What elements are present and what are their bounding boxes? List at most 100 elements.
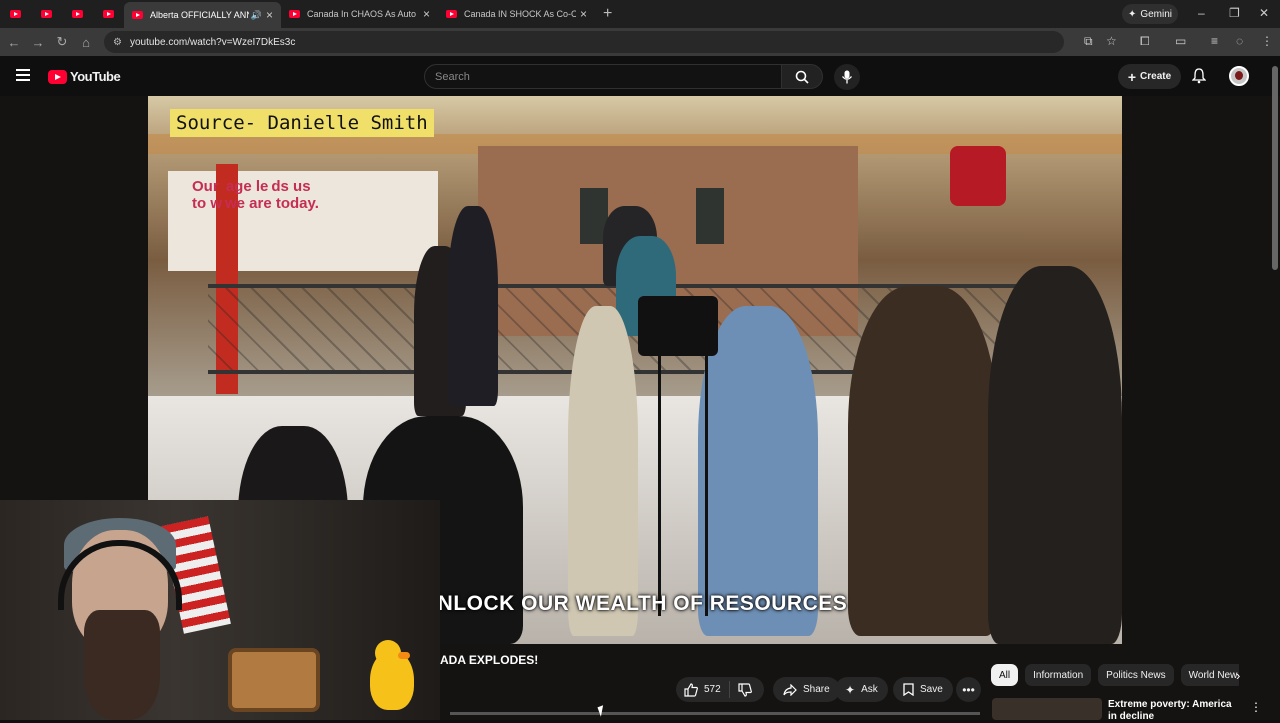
pinned-tab[interactable] [93, 0, 124, 28]
pinned-tab[interactable] [31, 0, 62, 28]
tv-camera [638, 296, 718, 356]
thumbs-down-icon [738, 682, 752, 697]
streamer-beard [84, 610, 160, 720]
progress-track[interactable] [450, 712, 980, 715]
microphone-icon [841, 70, 853, 84]
browser-tab-active[interactable]: Alberta OFFICIALLY ANNOU 🔊 × [124, 2, 281, 28]
video-caption: UNLOCK OUR WEALTH OF RESOURCES [422, 592, 848, 615]
chip-politics-news[interactable]: Politics News [1098, 664, 1174, 686]
search-input[interactable]: Search [424, 64, 782, 89]
youtube-favicon-icon [72, 10, 83, 18]
minimize-icon[interactable]: – [1198, 6, 1205, 20]
browser-tab-strip: Alberta OFFICIALLY ANNOU 🔊 × Canada In C… [0, 0, 1280, 28]
ask-button[interactable]: ✦ Ask [835, 677, 888, 702]
extensions-icon[interactable]: ⧠ [1140, 34, 1150, 49]
cola-sign [950, 146, 1006, 206]
chip-all[interactable]: All [991, 664, 1019, 686]
share-icon [783, 683, 797, 696]
close-tab-icon[interactable]: × [580, 7, 587, 21]
more-horizontal-icon: ••• [962, 682, 975, 697]
vintage-radio [228, 648, 320, 712]
youtube-favicon-icon [103, 10, 114, 18]
browser-menu-icon[interactable]: ⋮ [1261, 34, 1273, 48]
url-field[interactable]: ⚙ youtube.com/watch?v=WzeI7DkEs3c [104, 31, 1064, 53]
thumbs-up-icon [684, 682, 698, 697]
bell-icon [1191, 68, 1207, 84]
chip-information[interactable]: Information [1025, 664, 1092, 686]
tab-title: Canada IN SHOCK As Co-Op Cl [464, 9, 576, 19]
address-bar-row: ← → ↻ ⌂ ⚙ youtube.com/watch?v=WzeI7DkEs3… [0, 28, 1280, 56]
person [448, 206, 498, 406]
restore-icon[interactable]: ❐ [1229, 6, 1240, 20]
voice-search-button[interactable] [834, 64, 860, 90]
source-label: Source- Danielle Smith [170, 109, 434, 137]
youtube-favicon-icon [446, 10, 457, 18]
like-dislike-group: 572 [676, 677, 764, 702]
like-count: 572 [704, 684, 721, 695]
youtube-logo-text: YouTube [70, 69, 121, 84]
dislike-button[interactable] [730, 682, 760, 697]
url-text: youtube.com/watch?v=WzeI7DkEs3c [129, 36, 296, 48]
tab-title: Canada In CHAOS As Auto Ma [307, 9, 419, 19]
site-info-icon[interactable]: ⚙ [113, 37, 122, 48]
recommendation-chips: All Information Politics News World New [991, 664, 1239, 686]
speaker-icon[interactable]: 🔊 [251, 10, 262, 21]
sparkle-icon: ✦ [1127, 8, 1137, 20]
new-tab-icon[interactable]: + [603, 5, 612, 23]
back-icon[interactable]: ← [2, 35, 26, 50]
menu-icon[interactable] [16, 69, 30, 81]
chevron-right-icon[interactable]: › [1236, 668, 1240, 683]
youtube-favicon-icon [10, 10, 21, 18]
scrollbar[interactable] [1272, 66, 1278, 270]
recommendation-thumbnail[interactable] [992, 698, 1102, 720]
youtube-header: YouTube Search + Create [0, 56, 1280, 96]
pinned-tab[interactable] [62, 0, 93, 28]
person [988, 266, 1122, 644]
search-icon [795, 70, 809, 84]
search-placeholder: Search [435, 70, 470, 83]
share-label: Share [803, 684, 830, 695]
close-window-icon[interactable]: ✕ [1259, 6, 1269, 20]
youtube-logo[interactable]: YouTube [48, 69, 121, 84]
profile-icon[interactable]: ◌ [1236, 34, 1243, 48]
browser-tab[interactable]: Canada In CHAOS As Auto Ma × [281, 0, 438, 28]
tripod [658, 356, 708, 616]
forward-icon[interactable]: → [26, 35, 50, 50]
account-avatar[interactable] [1229, 66, 1249, 86]
tab-search-icon[interactable]: ≡ [1211, 34, 1218, 48]
gemini-button[interactable]: ✦ Gemini [1122, 4, 1178, 24]
save-label: Save [920, 684, 943, 695]
person [568, 306, 638, 636]
more-actions-button[interactable]: ••• [956, 677, 981, 702]
install-icon[interactable]: ⧉ [1084, 34, 1093, 49]
home-icon[interactable]: ⌂ [74, 35, 98, 50]
browser-tab[interactable]: Canada IN SHOCK As Co-Op Cl × [438, 0, 595, 28]
video-title: ADA EXPLODES! [440, 653, 539, 667]
bookmark-star-icon[interactable]: ☆ [1106, 34, 1117, 48]
sparkle-icon: ✦ [845, 682, 856, 697]
sign-text: Our age le ds us to w we are today. [192, 178, 319, 212]
create-label: Create [1140, 71, 1172, 82]
more-vertical-icon[interactable]: ⋮ [1250, 700, 1262, 714]
close-tab-icon[interactable]: × [266, 8, 273, 22]
create-button[interactable]: + Create [1118, 64, 1181, 89]
tab-title: Alberta OFFICIALLY ANNOU [150, 10, 249, 20]
pinned-tab[interactable] [0, 0, 31, 28]
recommendation-title[interactable]: Extreme poverty: America in decline [1108, 699, 1236, 723]
close-tab-icon[interactable]: × [423, 7, 430, 21]
notifications-button[interactable] [1191, 68, 1207, 89]
youtube-favicon-icon [132, 11, 143, 19]
search-button[interactable] [781, 64, 823, 89]
person [698, 306, 818, 636]
reload-icon[interactable]: ↻ [50, 34, 74, 50]
plus-icon: + [1127, 68, 1137, 85]
bookmark-icon [903, 683, 914, 696]
ask-label: Ask [861, 684, 878, 695]
save-button[interactable]: Save [893, 677, 953, 702]
gemini-label: Gemini [1140, 8, 1173, 20]
share-button[interactable]: Share [773, 677, 840, 702]
cast-icon[interactable]: ▭ [1175, 34, 1186, 48]
chip-world-news[interactable]: World New [1180, 664, 1239, 686]
like-button[interactable]: 572 [676, 681, 730, 698]
webcam-overlay [0, 500, 440, 720]
